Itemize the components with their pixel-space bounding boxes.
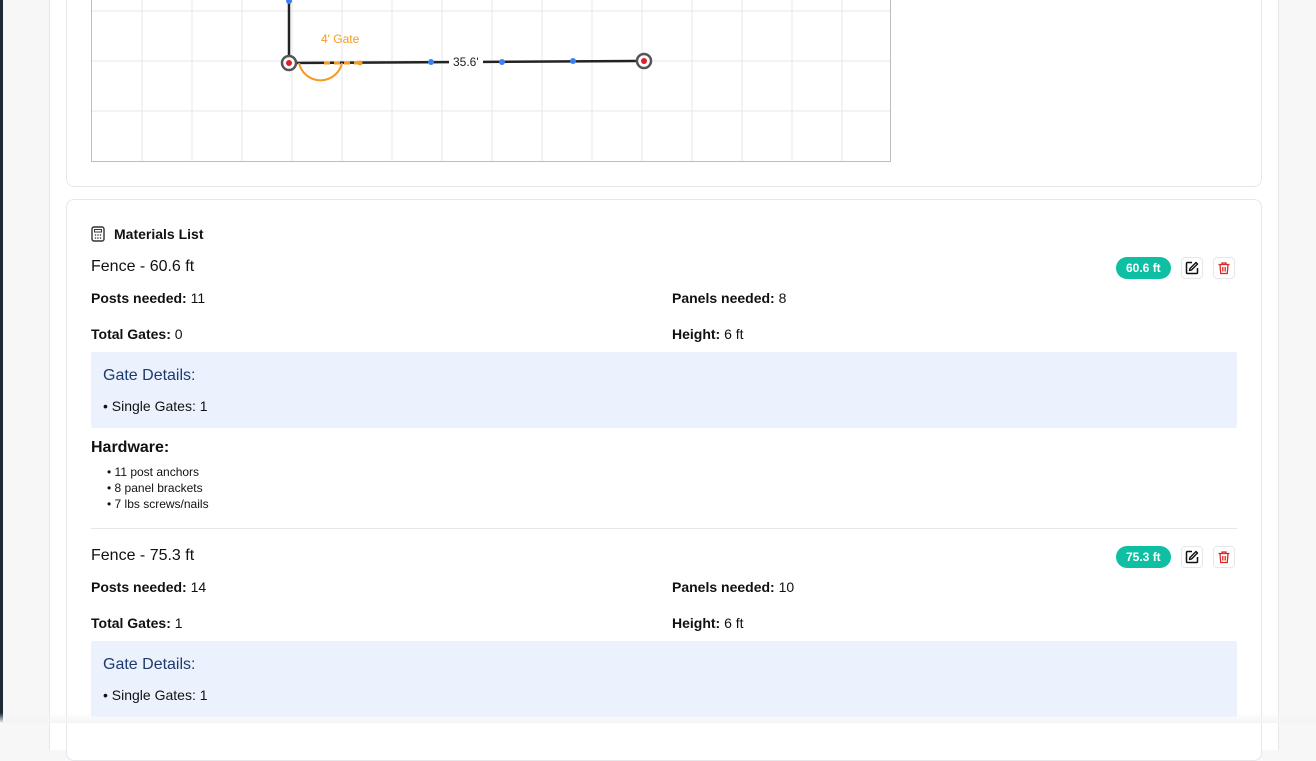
materials-header: Materials List — [91, 226, 203, 242]
fence-post-node-center — [286, 60, 292, 66]
fence-midpoint-handle[interactable] — [570, 58, 576, 64]
total-gates: Total Gates: 1 — [91, 615, 183, 631]
edit-icon — [1185, 261, 1199, 275]
gate-details-box: Gate Details: • Single Gates: 1 — [91, 352, 1237, 428]
fence-title: Fence - 60.6 ft — [91, 258, 195, 275]
gate-details-title: Gate Details: — [103, 656, 196, 673]
hardware-item: • 8 panel brackets — [107, 481, 203, 495]
fence-title: Fence - 75.3 ft — [91, 547, 195, 564]
edit-icon — [1185, 550, 1199, 564]
total-gates: Total Gates: 0 — [91, 326, 183, 342]
fence-midpoint-handle[interactable] — [286, 0, 292, 4]
calculator-icon — [91, 226, 105, 242]
edit-button[interactable] — [1181, 257, 1203, 279]
posts-needed: Posts needed: 14 — [91, 579, 207, 595]
gate-label: 4' Gate — [321, 32, 360, 46]
fence-height: Height: 6 ft — [672, 326, 744, 342]
hardware-item: • 11 post anchors — [107, 465, 200, 479]
hardware-title: Hardware: — [91, 439, 170, 456]
delete-button[interactable] — [1213, 546, 1235, 568]
materials-title: Materials List — [114, 226, 204, 242]
gate-details-item: • Single Gates: 1 — [103, 398, 208, 414]
gate-details-item: • Single Gates: 1 — [103, 687, 208, 703]
length-badge: 60.6 ft — [1116, 257, 1171, 279]
fence-post-node-center — [641, 58, 647, 64]
fence-canvas-svg[interactable]: 4' Gate 35.6' — [92, 0, 890, 161]
trash-icon — [1218, 551, 1230, 564]
gate-details-title: Gate Details: — [103, 367, 196, 384]
fence-canvas[interactable]: 4' Gate 35.6' — [91, 0, 891, 162]
edit-button[interactable] — [1181, 546, 1203, 568]
canvas-grid — [92, 0, 890, 161]
length-badge: 75.3 ft — [1116, 546, 1171, 568]
panels-needed: Panels needed: 10 — [672, 579, 795, 595]
fence-midpoint-handle[interactable] — [499, 59, 505, 65]
panels-needed: Panels needed: 8 — [672, 290, 787, 306]
gate-swing-arc — [298, 62, 343, 82]
posts-needed: Posts needed: 11 — [91, 290, 206, 306]
delete-button[interactable] — [1213, 257, 1235, 279]
fence-divider — [91, 528, 1237, 529]
gate-endpoint[interactable] — [357, 60, 363, 66]
scroll-shade — [0, 713, 1316, 723]
gate-details-box: Gate Details: • Single Gates: 1 — [91, 641, 1237, 717]
fence-midpoint-handle[interactable] — [428, 59, 434, 65]
left-sidebar-edge — [0, 0, 3, 723]
hardware-item: • 7 lbs screws/nails — [107, 497, 209, 511]
fence-height: Height: 6 ft — [672, 615, 744, 631]
segment-length-label: 35.6' — [453, 55, 479, 69]
trash-icon — [1218, 262, 1230, 275]
